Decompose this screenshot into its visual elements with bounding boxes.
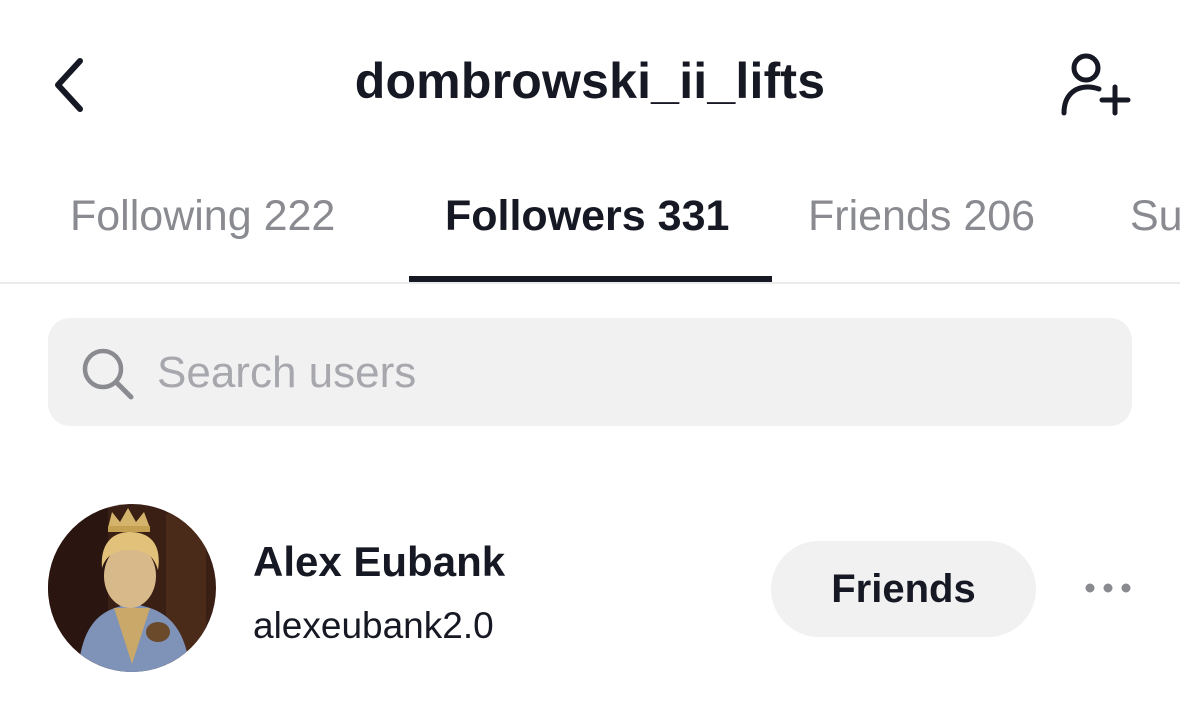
search-icon: [82, 348, 134, 400]
search-input[interactable]: [157, 342, 1097, 404]
more-options-button[interactable]: [1076, 568, 1140, 608]
tab-followers[interactable]: Followers 331: [445, 192, 729, 241]
tab-suggested[interactable]: Su: [1130, 192, 1180, 241]
active-tab-indicator: [409, 276, 772, 282]
user-handle: alexeubank2.0: [253, 605, 494, 646]
add-friend-button[interactable]: [1055, 48, 1135, 120]
user-display-name: Alex Eubank: [253, 538, 506, 585]
add-user-icon: [1061, 53, 1131, 116]
avatar[interactable]: [48, 504, 216, 672]
friends-button[interactable]: Friends: [771, 541, 1036, 637]
tab-following[interactable]: Following 222: [70, 192, 335, 241]
more-horizontal-icon: [1085, 583, 1131, 593]
followers-screen: dombrowski_ii_lifts Following 222 Follow…: [0, 0, 1180, 710]
tab-friends[interactable]: Friends 206: [808, 192, 1035, 241]
tab-bar: Following 222 Followers 331 Friends 206 …: [0, 170, 1180, 284]
avatar-image: [48, 504, 216, 672]
user-list-item[interactable]: Alex Eubank alexeubank2.0 Friends: [0, 490, 1180, 690]
page-title: dombrowski_ii_lifts: [354, 53, 826, 109]
